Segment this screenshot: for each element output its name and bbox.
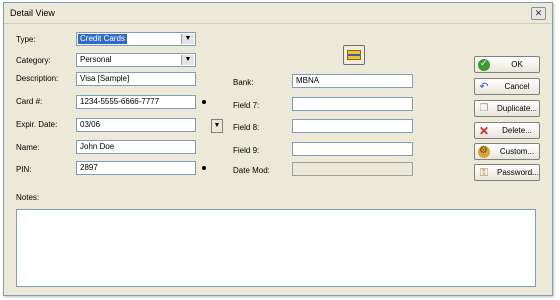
required-dot-icon	[202, 166, 206, 170]
cancel-button[interactable]: ↶ Cancel	[474, 78, 540, 95]
notes-label: Notes:	[16, 193, 40, 202]
check-circle-icon	[478, 58, 490, 71]
password-button-label: Password...	[497, 168, 539, 177]
field7-label: Field 7:	[233, 101, 260, 110]
red-x-icon: ✕	[478, 124, 490, 138]
date-mod-label: Date Mod:	[233, 166, 270, 175]
close-icon: ✕	[534, 8, 543, 18]
expir-date-field[interactable]: 03/06	[76, 118, 196, 132]
type-selected-value: Credit Cards	[78, 34, 127, 44]
date-mod-field	[292, 162, 413, 176]
chevron-down-icon[interactable]: ▼	[181, 34, 194, 44]
password-button[interactable]: ⚿ Password...	[474, 164, 540, 181]
delete-button[interactable]: ✕ Delete...	[474, 122, 540, 139]
key-icon: ⚿	[479, 167, 489, 179]
ok-button-label: OK	[511, 60, 523, 69]
type-label: Type:	[16, 35, 36, 44]
custom-button-label: Custom...	[499, 147, 535, 156]
duplicate-button-label: Duplicate...	[497, 104, 538, 113]
ok-button[interactable]: OK	[474, 56, 540, 73]
field8-label: Field 8:	[233, 123, 260, 132]
name-label: Name:	[16, 143, 40, 152]
category-select[interactable]: Personal ▼	[76, 53, 196, 67]
detail-view-window: Detail View ✕ Type: Credit Cards ▼ Categ…	[3, 2, 553, 296]
title-bar: Detail View ✕	[4, 3, 552, 24]
type-select[interactable]: Credit Cards ▼	[76, 32, 196, 46]
category-selected-value: Personal	[80, 55, 112, 64]
window-title: Detail View	[10, 8, 55, 18]
field9-input[interactable]	[292, 142, 413, 156]
description-label: Description:	[16, 74, 59, 83]
field8-input[interactable]	[292, 119, 413, 133]
name-field[interactable]: John Doe	[76, 140, 196, 154]
field9-label: Field 9:	[233, 146, 260, 155]
undo-arrow-icon: ↶	[479, 81, 489, 93]
card-number-field[interactable]: 1234-5555-6666-7777	[76, 95, 196, 109]
bank-field[interactable]: MBNA	[292, 74, 413, 88]
date-picker-button[interactable]: ▼	[211, 119, 223, 133]
expir-date-label: Expir. Date:	[16, 120, 58, 129]
credit-card-icon[interactable]	[343, 45, 365, 65]
pin-label: PIN:	[16, 165, 32, 174]
copy-icon: ❐	[479, 103, 489, 114]
delete-button-label: Delete...	[502, 126, 532, 135]
cancel-button-label: Cancel	[504, 82, 530, 91]
notes-textarea[interactable]	[16, 209, 536, 287]
description-field[interactable]: Visa [Sample]	[76, 72, 196, 86]
required-dot-icon	[202, 100, 206, 104]
custom-button[interactable]: Custom...	[474, 143, 540, 160]
close-button[interactable]: ✕	[531, 7, 546, 20]
bank-label: Bank:	[233, 78, 254, 87]
duplicate-button[interactable]: ❐ Duplicate...	[474, 100, 540, 117]
field7-input[interactable]	[292, 97, 413, 111]
category-label: Category:	[16, 56, 51, 65]
chevron-down-icon[interactable]: ▼	[181, 55, 194, 65]
card-number-label: Card #:	[16, 97, 43, 106]
pin-field[interactable]: 2897	[76, 161, 196, 175]
gear-icon	[478, 145, 490, 158]
chevron-down-icon: ▼	[213, 122, 221, 129]
